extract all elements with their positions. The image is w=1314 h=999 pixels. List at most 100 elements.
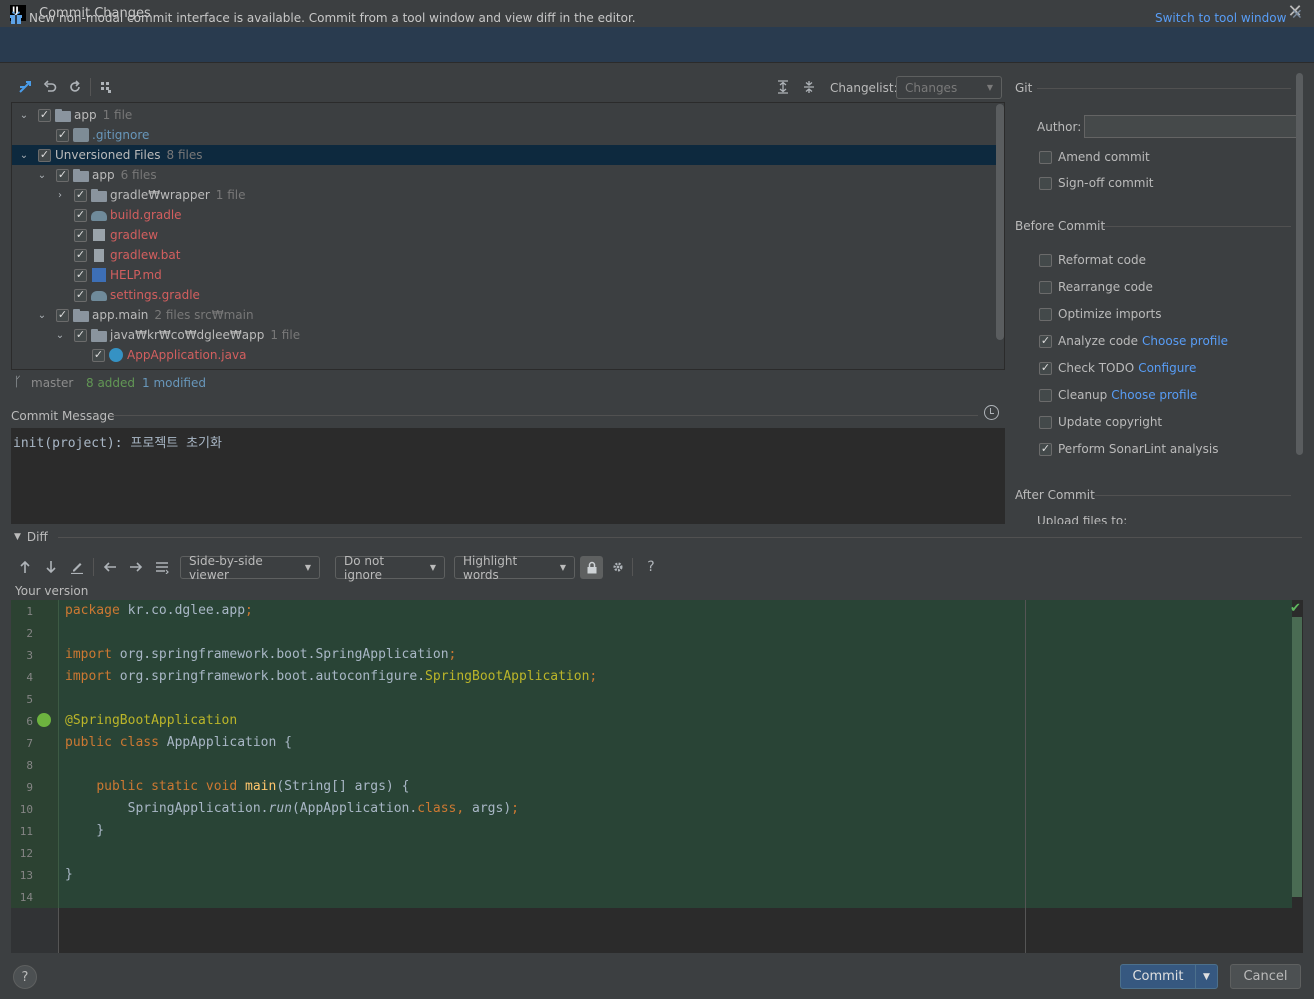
choose-profile-link[interactable]: Choose profile [1142, 334, 1228, 348]
modified-count[interactable]: 1 modified [142, 376, 206, 390]
tree-checkbox[interactable] [74, 268, 87, 282]
before-commit-option[interactable]: Update copyright [1039, 413, 1162, 431]
tree-row[interactable]: AppApplication.java [12, 345, 997, 365]
option-checkbox[interactable] [1039, 415, 1052, 429]
tree-row[interactable]: build.gradle [12, 205, 997, 225]
tree-checkbox[interactable] [74, 328, 87, 342]
help-button[interactable]: ? [13, 965, 37, 989]
tree-row[interactable]: › gradle₩wrapper 1 file [12, 185, 997, 205]
option-checkbox[interactable] [1039, 442, 1052, 456]
chevron-right-icon[interactable]: › [54, 190, 66, 201]
divider [1037, 88, 1291, 89]
tree-row[interactable]: ⌄ app 6 files [12, 165, 997, 185]
history-clock-icon[interactable] [984, 405, 999, 420]
option-checkbox[interactable] [1039, 361, 1052, 375]
arrow-left-icon[interactable] [100, 557, 120, 577]
amend-commit-checkbox[interactable] [1039, 150, 1052, 164]
tree-row[interactable]: ⌄ app 1 file [12, 105, 997, 125]
line-number: 6 [26, 715, 33, 728]
viewer-mode-select[interactable]: Side-by-side viewer ▼ [180, 554, 320, 582]
configure-link[interactable]: Configure [1138, 361, 1196, 375]
tree-scrollbar[interactable] [996, 104, 1004, 340]
chevron-down-icon[interactable]: ▼ [14, 532, 21, 542]
chevron-down-icon[interactable]: ⌄ [36, 170, 48, 181]
spring-boot-run-icon[interactable] [37, 713, 51, 727]
amend-commit-option[interactable]: Amend commit [1039, 148, 1150, 166]
tree-row[interactable]: HELP.md [12, 265, 997, 285]
option-checkbox[interactable] [1039, 253, 1052, 267]
ignore-whitespace-select[interactable]: Do not ignore ▼ [335, 554, 445, 582]
tree-row[interactable]: ⌄ Unversioned Files 8 files [12, 145, 997, 165]
tree-checkbox[interactable] [38, 148, 51, 162]
editor-scrollbar[interactable] [1292, 617, 1302, 897]
diff-section-header[interactable]: ▼ Diff [14, 530, 48, 544]
before-commit-option[interactable]: Rearrange code [1039, 278, 1153, 296]
tree-row[interactable]: ⌄ java₩kr₩co₩dglee₩app 1 file [12, 325, 997, 345]
highlight-select[interactable]: Highlight words ▼ [454, 554, 575, 582]
chevron-down-icon[interactable]: ⌄ [54, 330, 66, 341]
tree-checkbox[interactable] [56, 168, 69, 182]
signoff-commit-label: Sign-off commit [1058, 176, 1154, 190]
tree-row-count: 1 file [215, 188, 246, 202]
tree-checkbox[interactable] [92, 348, 105, 362]
chevron-down-icon[interactable]: ▼ [1195, 965, 1217, 988]
option-checkbox[interactable] [1039, 280, 1052, 294]
help-icon[interactable]: ? [641, 557, 661, 577]
before-commit-option[interactable]: Analyze code Choose profile [1039, 332, 1228, 350]
tree-row[interactable]: ⌄ app.main 2 files src₩main [12, 305, 997, 325]
tree-checkbox[interactable] [74, 288, 87, 302]
lock-toggle[interactable] [580, 556, 603, 579]
chevron-down-icon[interactable]: ⌄ [36, 310, 48, 321]
text-file-icon [94, 248, 104, 262]
tree-checkbox[interactable] [74, 208, 87, 222]
before-commit-option[interactable]: Cleanup Choose profile [1039, 386, 1197, 404]
chevron-down-icon[interactable]: ⌄ [18, 150, 30, 161]
banner-close-button[interactable]: ✕ [1291, 7, 1303, 23]
rollback-icon[interactable] [40, 77, 60, 97]
expand-all-icon[interactable] [773, 77, 793, 97]
tree-checkbox[interactable] [38, 108, 51, 122]
option-checkbox[interactable] [1039, 307, 1052, 321]
tree-row[interactable]: .gitignore [12, 125, 997, 145]
tree-checkbox[interactable] [56, 128, 69, 142]
before-commit-option[interactable]: Optimize imports [1039, 305, 1162, 323]
option-checkbox[interactable] [1039, 388, 1052, 402]
changelist-select[interactable]: Changes ▼ [896, 76, 1002, 99]
signoff-commit-checkbox[interactable] [1039, 176, 1052, 190]
collapse-all-icon[interactable] [799, 77, 819, 97]
tree-row-label: Unversioned Files [55, 148, 161, 162]
choose-profile-link[interactable]: Choose profile [1111, 388, 1197, 402]
arrow-right-icon[interactable] [126, 557, 146, 577]
changes-tree[interactable]: ⌄ app 1 file .gitignore ⌄ Unversioned Fi… [11, 102, 1005, 370]
tree-checkbox[interactable] [74, 248, 87, 262]
cancel-button[interactable]: Cancel [1230, 964, 1301, 989]
before-commit-option[interactable]: Reformat code [1039, 251, 1146, 269]
option-label: Analyze code [1058, 334, 1139, 348]
shell-script-icon [93, 229, 105, 241]
tree-row[interactable]: gradlew [12, 225, 997, 245]
author-field[interactable] [1084, 115, 1299, 138]
commit-message-input[interactable]: init(project): 프로젝트 초기화 [11, 428, 1005, 524]
tree-row[interactable]: gradlew.bat [12, 245, 997, 265]
commit-button[interactable]: Commit ▼ [1120, 964, 1218, 989]
before-commit-option[interactable]: Perform SonarLint analysis [1039, 440, 1219, 458]
tree-checkbox[interactable] [74, 188, 87, 202]
option-checkbox[interactable] [1039, 334, 1052, 348]
signoff-commit-option[interactable]: Sign-off commit [1039, 174, 1154, 192]
chevron-down-icon[interactable]: ⌄ [18, 110, 30, 121]
tree-checkbox[interactable] [56, 308, 69, 322]
edit-pencil-icon[interactable] [67, 557, 87, 577]
right-panel-scrollbar[interactable] [1296, 73, 1303, 455]
tree-checkbox[interactable] [74, 228, 87, 242]
arrow-up-icon[interactable] [15, 557, 35, 577]
switch-to-tool-window-link[interactable]: Switch to tool window [1155, 11, 1286, 25]
list-menu-icon[interactable] [152, 557, 172, 577]
tree-row[interactable]: settings.gradle [12, 285, 997, 305]
arrow-down-icon[interactable] [41, 557, 61, 577]
show-diff-icon[interactable] [15, 77, 35, 97]
settings-gear-icon[interactable] [608, 557, 628, 577]
before-commit-option[interactable]: Check TODO Configure [1039, 359, 1196, 377]
refresh-icon[interactable] [65, 77, 85, 97]
group-by-icon[interactable] [96, 77, 116, 97]
added-count[interactable]: 8 added [86, 376, 135, 390]
